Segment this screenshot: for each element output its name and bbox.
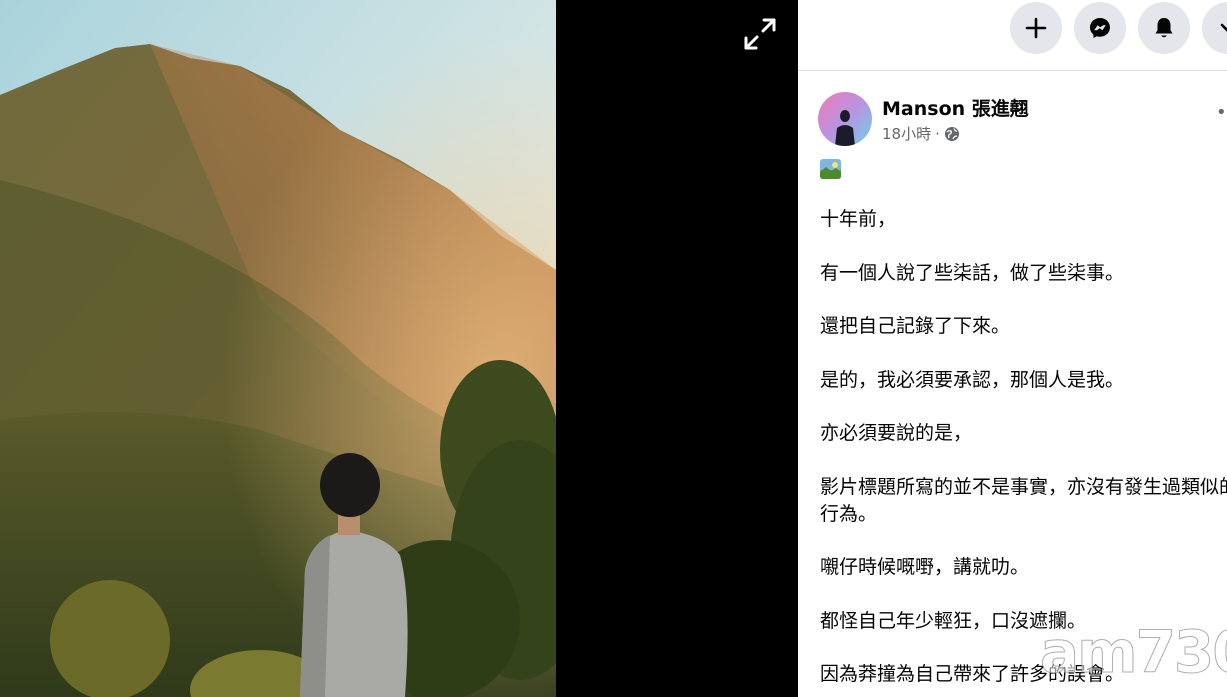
chevron-down-icon — [1220, 23, 1227, 32]
photo-mountain-scene — [0, 0, 556, 697]
messenger-icon — [1090, 18, 1110, 38]
post-author-name[interactable]: Manson 張進翹 — [882, 94, 1029, 121]
plus-icon — [1025, 17, 1047, 39]
top-navigation-bar — [798, 0, 1227, 71]
post-meta: 18小時 · — [882, 123, 960, 144]
account-menu-button[interactable] — [1202, 2, 1227, 54]
post-paragraph: 還把自己記錄了下來。 — [820, 315, 1011, 337]
create-button[interactable] — [1010, 2, 1062, 54]
post-paragraph: 十年前， — [820, 208, 897, 230]
avatar[interactable] — [818, 92, 872, 146]
notifications-button[interactable] — [1138, 2, 1190, 54]
post-text: 十年前， 有一個人說了些柒話，做了些柒事。 還把自己記錄了下來。 是的，我必須要… — [820, 206, 1227, 697]
expand-arrows-icon — [744, 18, 776, 50]
post-paragraph: 亦必須要說的是， — [820, 422, 973, 444]
post-timestamp[interactable]: 18小時 — [882, 123, 931, 144]
meta-separator: · — [935, 124, 940, 143]
photo-viewer — [0, 0, 798, 697]
landscape-emoji-icon — [820, 159, 841, 179]
more-dots-icon: • — [1216, 102, 1227, 123]
bell-icon — [1155, 18, 1173, 38]
post-header: Manson 張進翹 18小時 · • — [818, 92, 1227, 152]
messenger-button[interactable] — [1074, 2, 1126, 54]
post-photo[interactable] — [0, 0, 556, 697]
post-paragraph: 都怪自己年少輕狂，口沒遮攔。 — [820, 609, 1087, 632]
avatar-image — [818, 92, 872, 146]
post-paragraph: 嚫仔時候嘅嘢，講就叻。 — [820, 556, 1030, 578]
globe-icon[interactable] — [944, 126, 960, 142]
post-paragraph: 是的，我必須要承認，那個人是我。 — [820, 368, 1125, 391]
post-paragraph: 影片標題所寫的並不是事實，亦沒有發生過類似的行為。 — [820, 475, 1227, 525]
post-paragraph: 因為莽撞為自己帶來了許多的誤會。 — [820, 663, 1125, 685]
more-options-button[interactable]: • — [1216, 102, 1227, 123]
post-paragraph: 有一個人說了些柒話，做了些柒事。 — [820, 261, 1125, 284]
post-panel: Manson 張進翹 18小時 · • 十年前， 有一個人說了些柒話，做了些柒事… — [798, 0, 1227, 697]
fullscreen-button[interactable] — [740, 14, 780, 54]
